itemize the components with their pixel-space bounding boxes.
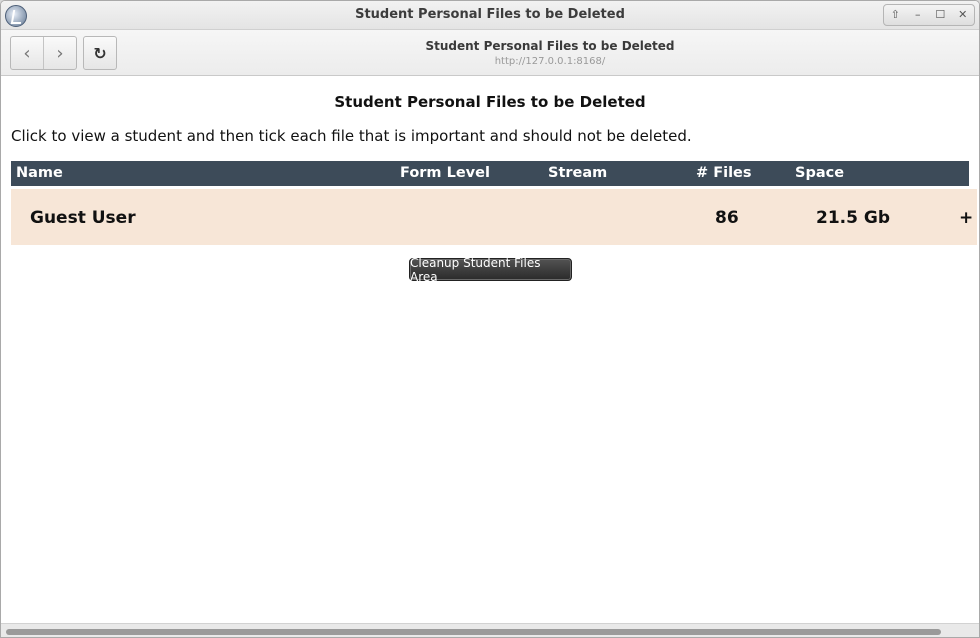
page-heading: Student Personal Files to be Deleted (334, 93, 646, 111)
close-icon[interactable]: ✕ (954, 6, 972, 24)
window-title: Student Personal Files to be Deleted (355, 7, 625, 22)
back-button[interactable]: ‹ (11, 37, 43, 69)
minimize-icon[interactable]: – (909, 6, 927, 24)
horizontal-scrollbar[interactable] (1, 623, 979, 637)
table-header: Name Form Level Stream # Files Space (11, 161, 969, 186)
window-controls: ⇧ – ☐ ✕ (883, 4, 975, 26)
maximize-up-icon[interactable]: ⇧ (886, 6, 904, 24)
column-header-space: Space (795, 165, 845, 181)
address-url: http://127.0.0.1:8168/ (494, 56, 606, 67)
reload-button[interactable]: ↻ (83, 36, 117, 70)
cleanup-button[interactable]: Cleanup Student Files Area (409, 256, 572, 284)
restore-icon[interactable]: ☐ (931, 6, 949, 24)
reload-icon: ↻ (93, 43, 107, 63)
student-space: 21.5 Gb (816, 208, 890, 228)
forward-button[interactable]: › (43, 37, 76, 69)
student-name: Guest User (30, 208, 136, 228)
instructions-text: Click to view a student and then tick ea… (11, 127, 692, 145)
chevron-right-icon: › (56, 42, 64, 64)
column-header-name: Name (16, 165, 63, 181)
browser-window: Student Personal Files to be Deleted ⇧ –… (0, 0, 980, 638)
expand-icon[interactable]: + (959, 208, 973, 228)
column-header-files: # Files (696, 165, 752, 181)
chevron-left-icon: ‹ (23, 42, 31, 64)
table-row[interactable]: Guest User 86 21.5 Gb + (11, 189, 977, 245)
scrollbar-thumb[interactable] (6, 629, 941, 635)
student-file-count: 86 (715, 208, 739, 228)
page-content: Student Personal Files to be Deleted Cli… (1, 77, 979, 623)
column-header-form-level: Form Level (400, 165, 490, 181)
title-bar: Student Personal Files to be Deleted ⇧ –… (1, 1, 979, 30)
address-page-title: Student Personal Files to be Deleted (425, 39, 675, 53)
history-buttons: ‹ › (10, 36, 77, 70)
column-header-stream: Stream (548, 165, 608, 181)
navigation-bar: ‹ › ↻ Student Personal Files to be Delet… (1, 30, 979, 76)
